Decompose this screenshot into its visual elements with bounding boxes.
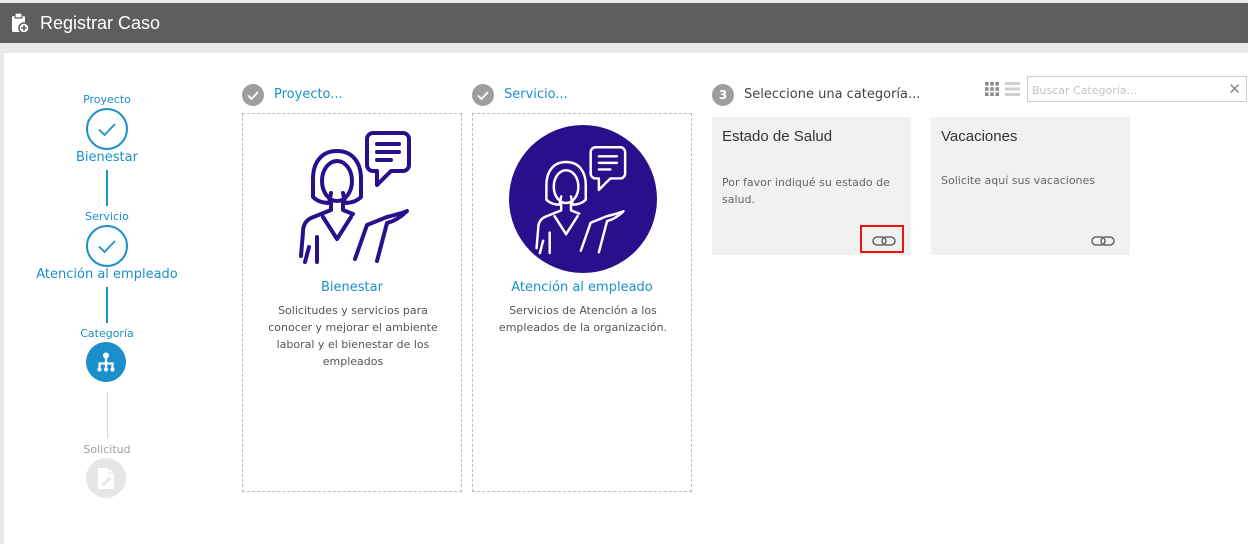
clipboard-plus-icon [12, 12, 29, 34]
servicio-header-label: Servicio... [504, 87, 568, 102]
search-input[interactable] [1032, 81, 1222, 99]
step-connector-pending [107, 392, 108, 438]
category-card-vacaciones[interactable]: Vacaciones Solicite aquí sus vacaciones [931, 117, 1130, 255]
step-servicio-check-icon[interactable] [86, 225, 128, 267]
proyecto-name: Bienestar [321, 280, 383, 295]
step-label-servicio: Servicio [85, 210, 129, 223]
woman-speech-bubble-circle-icon [509, 125, 657, 273]
check-icon [472, 84, 494, 106]
link-icon[interactable] [1081, 227, 1125, 255]
categoria-header-label: Seleccione una categoría... [744, 87, 921, 102]
proyecto-description: Solicitudes y servicios para conocer y m… [268, 304, 438, 368]
step-proyecto-check-icon[interactable] [86, 108, 128, 150]
step-label-proyecto: Proyecto [83, 93, 131, 106]
category-name: Vacaciones [941, 128, 1018, 145]
step-number-badge: 3 [712, 84, 734, 106]
list-view-icon[interactable] [1005, 82, 1020, 96]
step-value-servicio[interactable]: Atención al empleado [27, 267, 187, 282]
step-connector [106, 170, 108, 206]
category-description: Solicite aquí sus vacaciones [941, 174, 1096, 187]
servicio-name: Atención al empleado [511, 280, 653, 295]
category-name: Estado de Salud [722, 128, 833, 145]
page-title: Registrar Caso [40, 13, 161, 33]
woman-speech-bubble-icon [299, 131, 411, 264]
servicio-header[interactable]: Servicio... [472, 84, 672, 108]
step-label-categoria: Categoría [80, 327, 134, 340]
proyecto-header-label: Proyecto... [274, 87, 343, 102]
category-search[interactable]: ✕ [1027, 76, 1247, 102]
check-icon [242, 84, 264, 106]
close-icon[interactable]: ✕ [1228, 80, 1241, 98]
categoria-header: 3 Seleccione una categoría... [712, 84, 942, 108]
category-description: Por favor indiqué su estado de salud. [722, 176, 890, 206]
step-solicitud-document-icon [86, 458, 126, 498]
proyecto-header[interactable]: Proyecto... [242, 84, 442, 108]
proyecto-card[interactable]: Bienestar Solicitudes y servicios para c… [242, 113, 462, 492]
step-label-solicitud: Solicitud [83, 443, 131, 456]
link-icon[interactable] [860, 225, 904, 253]
title-bar: Registrar Caso [0, 3, 1248, 43]
category-card-estado-de-salud[interactable]: Estado de Salud Por favor indiqué su est… [712, 117, 911, 255]
servicio-card[interactable]: Atención al empleado Servicios de Atenci… [472, 113, 692, 492]
step-categoria-hierarchy-icon[interactable] [86, 342, 126, 382]
grid-view-icon[interactable] [985, 82, 999, 96]
main-panel: Proyecto Bienestar Servicio Atención al … [4, 53, 1248, 544]
step-value-proyecto[interactable]: Bienestar [27, 150, 187, 165]
step-connector [106, 287, 108, 323]
servicio-description: Servicios de Atención a los empleados de… [498, 304, 668, 334]
